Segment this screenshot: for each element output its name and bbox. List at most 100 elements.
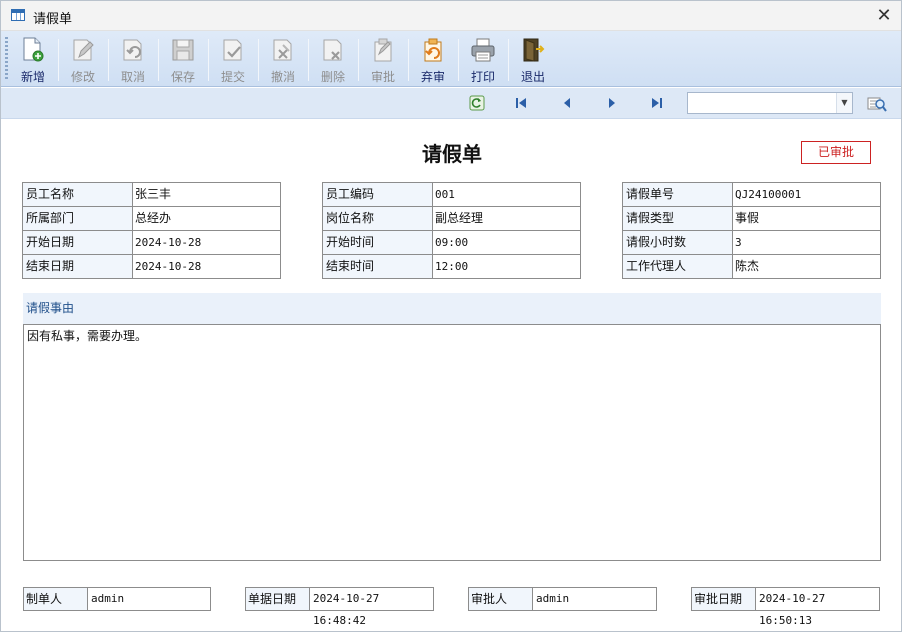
- unapprove-button[interactable]: 弃审: [409, 33, 457, 85]
- print-button[interactable]: 打印: [459, 33, 507, 85]
- position-field[interactable]: 副总经理: [433, 207, 581, 231]
- edit-button[interactable]: 修改: [59, 33, 107, 85]
- new-document-icon: [23, 37, 44, 62]
- leave-reason-header: 请假事由: [23, 293, 881, 324]
- exit-button[interactable]: 退出: [509, 33, 557, 85]
- creator-field-group: 制单人 admin: [23, 587, 211, 611]
- refresh-icon[interactable]: [469, 95, 485, 111]
- last-record-icon[interactable]: [649, 95, 665, 111]
- field-row-leave-hours: 请假小时数 3: [623, 231, 881, 255]
- next-record-icon[interactable]: [604, 95, 620, 111]
- first-record-icon[interactable]: [513, 95, 529, 111]
- save-button[interactable]: 保存: [159, 33, 207, 85]
- close-button[interactable]: ✕: [873, 5, 895, 27]
- print-button-label: 打印: [470, 70, 495, 84]
- edit-icon: [73, 39, 94, 61]
- new-button[interactable]: 新增: [9, 33, 57, 85]
- end-date-field[interactable]: 2024-10-28: [133, 255, 281, 279]
- save-button-label: 保存: [170, 70, 195, 84]
- approve-button[interactable]: 审批: [359, 33, 407, 85]
- field-row-work-agent: 工作代理人 陈杰: [623, 255, 881, 279]
- leave-info-group: 请假单号 QJ24100001 请假类型 事假 请假小时数 3 工作代理人 陈杰: [622, 182, 881, 279]
- window-title: 请假单: [33, 12, 73, 27]
- cancel-button-label: 取消: [120, 70, 145, 84]
- field-row-leave-number: 请假单号 QJ24100001: [623, 183, 881, 207]
- previous-record-icon[interactable]: [559, 95, 575, 111]
- doc-date-value: 2024-10-27 16:48:42: [313, 592, 380, 627]
- work-agent-label: 工作代理人: [623, 255, 733, 279]
- employee-name-label: 员工名称: [23, 183, 133, 207]
- start-date-field[interactable]: 2024-10-28: [133, 231, 281, 255]
- field-row-employee-name: 员工名称 张三丰: [23, 183, 281, 207]
- leave-number-field[interactable]: QJ24100001: [733, 183, 881, 207]
- leave-type-label: 请假类型: [623, 207, 733, 231]
- leave-type-field[interactable]: 事假: [733, 207, 881, 231]
- leave-hours-field[interactable]: 3: [733, 231, 881, 255]
- printer-icon: [471, 38, 495, 62]
- field-row-start-date: 开始日期 2024-10-28: [23, 231, 281, 255]
- toolbar-grip[interactable]: [5, 37, 8, 81]
- approver-value: admin: [536, 592, 570, 605]
- start-time-label: 开始时间: [323, 231, 433, 255]
- department-field[interactable]: 总经办: [133, 207, 281, 231]
- doc-date-field-group: 单据日期 2024-10-27 16:48:42: [245, 587, 434, 627]
- table-form-icon: [11, 9, 25, 21]
- employee-code-field[interactable]: 001: [433, 183, 581, 207]
- save-icon: [172, 39, 194, 61]
- form-title: 请假单: [422, 142, 482, 166]
- approve-date-value: 2024-10-27 16:50:13: [759, 592, 826, 627]
- approve-button-label: 审批: [370, 70, 395, 84]
- find-icon[interactable]: [867, 95, 887, 113]
- employee-name-field[interactable]: 张三丰: [133, 183, 281, 207]
- position-info-group: 员工编码 001 岗位名称 副总经理 开始时间 09:00 结束时间 12:00: [322, 182, 581, 279]
- leave-form-window: 请假单 ✕ 新增 修改 取消 保存 提交 撤消 删除 审批 弃审 打印 退出 ▼…: [0, 0, 902, 632]
- new-button-label: 新增: [20, 70, 45, 84]
- approver-field-group: 审批人 admin: [468, 587, 657, 611]
- work-agent-field[interactable]: 陈杰: [733, 255, 881, 279]
- unapprove-icon: [424, 38, 442, 62]
- doc-date-label: 单据日期: [246, 588, 310, 610]
- search-input[interactable]: [690, 95, 832, 111]
- record-navigation-bar: ▼: [1, 88, 901, 119]
- creator-value: admin: [91, 592, 125, 605]
- exit-door-icon: [523, 38, 545, 62]
- end-date-label: 结束日期: [23, 255, 133, 279]
- field-row-employee-code: 员工编码 001: [323, 183, 581, 207]
- approve-icon: [374, 38, 392, 62]
- leave-reason-textarea[interactable]: 因有私事，需要办理。: [23, 324, 881, 561]
- field-row-end-time: 结束时间 12:00: [323, 255, 581, 279]
- revoke-icon: [273, 39, 292, 61]
- status-badge: 已审批: [801, 141, 871, 164]
- submit-icon: [223, 39, 242, 61]
- chevron-down-icon[interactable]: ▼: [836, 93, 852, 113]
- employee-info-group: 员工名称 张三丰 所属部门 总经办 开始日期 2024-10-28 结束日期 2…: [22, 182, 281, 279]
- position-label: 岗位名称: [323, 207, 433, 231]
- submit-button-label: 提交: [220, 70, 245, 84]
- field-row-start-time: 开始时间 09:00: [323, 231, 581, 255]
- delete-button[interactable]: 删除: [309, 33, 357, 85]
- end-time-label: 结束时间: [323, 255, 433, 279]
- search-combobox[interactable]: ▼: [687, 92, 853, 114]
- creator-label: 制单人: [24, 588, 88, 610]
- edit-button-label: 修改: [70, 70, 95, 84]
- start-time-field[interactable]: 09:00: [433, 231, 581, 255]
- unapprove-button-label: 弃审: [420, 70, 445, 84]
- field-row-position: 岗位名称 副总经理: [323, 207, 581, 231]
- department-label: 所属部门: [23, 207, 133, 231]
- end-time-field[interactable]: 12:00: [433, 255, 581, 279]
- field-row-department: 所属部门 总经办: [23, 207, 281, 231]
- revoke-button[interactable]: 撤消: [259, 33, 307, 85]
- revoke-button-label: 撤消: [270, 70, 295, 84]
- exit-button-label: 退出: [520, 70, 545, 84]
- field-row-end-date: 结束日期 2024-10-28: [23, 255, 281, 279]
- delete-button-label: 删除: [320, 70, 345, 84]
- cancel-button[interactable]: 取消: [109, 33, 157, 85]
- submit-button[interactable]: 提交: [209, 33, 257, 85]
- toolbar: 新增 修改 取消 保存 提交 撤消 删除 审批 弃审 打印 退出: [1, 31, 901, 87]
- field-row-leave-type: 请假类型 事假: [623, 207, 881, 231]
- approve-date-label: 审批日期: [692, 588, 756, 610]
- approve-date-field-group: 审批日期 2024-10-27 16:50:13: [691, 587, 880, 627]
- leave-hours-label: 请假小时数: [623, 231, 733, 255]
- leave-number-label: 请假单号: [623, 183, 733, 207]
- title-bar: 请假单 ✕: [1, 1, 901, 31]
